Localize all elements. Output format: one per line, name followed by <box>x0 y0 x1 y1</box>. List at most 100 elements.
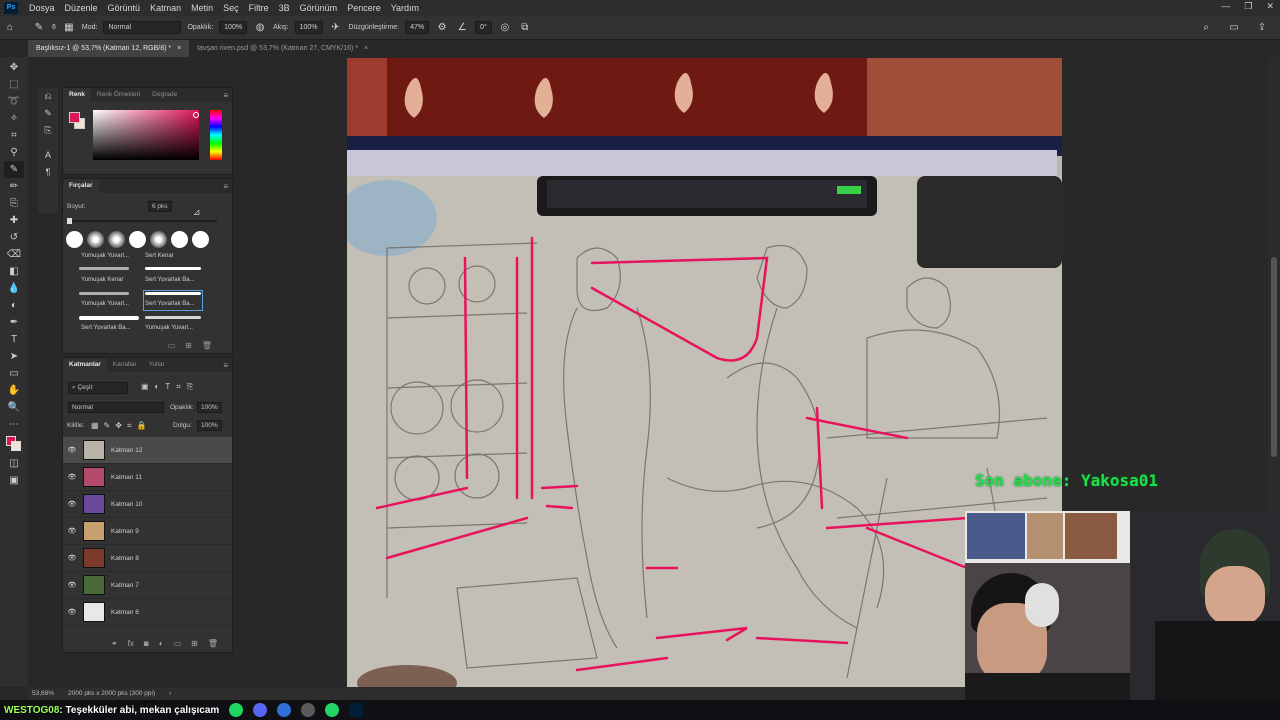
smoothing-settings-icon[interactable]: ⚙ <box>435 21 449 35</box>
link-layers-icon[interactable]: ⚭ <box>111 639 118 648</box>
fx-icon[interactable]: fx <box>128 639 134 648</box>
screen-mode-icon[interactable]: ▣ <box>4 472 24 489</box>
hue-slider[interactable] <box>210 110 222 160</box>
angle-input[interactable]: 0° <box>475 21 492 34</box>
visibility-eye-icon[interactable]: 👁 <box>63 446 81 454</box>
spotify-icon[interactable] <box>229 703 244 717</box>
brush-tool-icon[interactable]: ✎ <box>32 21 46 35</box>
delete-layer-icon[interactable]: 🗑 <box>208 639 218 648</box>
new-brush-icon[interactable]: ⊿ <box>193 207 201 218</box>
trash-icon[interactable]: 🗑 <box>202 341 212 353</box>
workspace-icon[interactable]: ▭ <box>1227 21 1241 35</box>
pressure-opacity-icon[interactable]: ◍ <box>253 21 267 35</box>
brush-name-selected[interactable]: Sert Yuvarlak Ba... <box>145 301 195 307</box>
history-brush-tool-icon[interactable]: ↺ <box>4 229 24 246</box>
marquee-tool-icon[interactable]: ⬚ <box>4 76 24 93</box>
maximize-icon[interactable]: ❐ <box>1244 1 1252 12</box>
layer-row[interactable]: 👁 Katman 6 <box>63 599 232 626</box>
visibility-eye-icon[interactable]: 👁 <box>63 473 81 481</box>
brush-name[interactable]: Sert Kenar <box>145 253 174 259</box>
brush-settings-panel-icon[interactable]: ✎ <box>38 105 58 122</box>
tab-gradients[interactable]: Degrade <box>146 88 183 102</box>
close-icon[interactable]: × <box>177 40 181 57</box>
brush-preset-soft[interactable] <box>108 231 125 248</box>
adjustment-layer-icon[interactable]: ◐ <box>159 639 164 648</box>
panel-menu-icon[interactable]: ≡ <box>223 91 228 100</box>
brush-name[interactable]: Yumuşak Yuvarl... <box>81 301 129 307</box>
dodge-tool-icon[interactable]: ◐ <box>4 297 24 314</box>
obs-icon[interactable] <box>301 703 316 717</box>
tab-document-1[interactable]: Başlıksız-1 @ 53,7% (Katman 12, RGB/8) *… <box>28 40 190 57</box>
zoom-tool-icon[interactable]: 🔍 <box>4 399 24 416</box>
zoom-level[interactable]: 53,68% <box>32 690 54 697</box>
panel-menu-icon[interactable]: ≡ <box>223 182 228 191</box>
mode-select[interactable]: Normal <box>103 21 182 34</box>
folder-icon[interactable]: ▭ <box>168 341 176 353</box>
clone-stamp-tool-icon[interactable]: ⎘ <box>4 195 24 212</box>
photoshop-taskbar-icon[interactable] <box>349 703 364 717</box>
type-tool-icon[interactable]: T <box>4 331 24 348</box>
foreground-color-swatch[interactable] <box>69 112 80 123</box>
layer-row[interactable]: 👁 Katman 7 <box>63 572 232 599</box>
new-group-icon[interactable]: ▭ <box>174 639 182 648</box>
brush-settings-icon[interactable]: ▦ <box>62 21 76 35</box>
brush-tool-icon[interactable]: ✎ <box>4 161 24 178</box>
flow-input[interactable]: 100% <box>294 21 323 34</box>
opacity-input[interactable]: 100% <box>219 21 248 34</box>
brush-preset-hard[interactable] <box>192 231 209 248</box>
panel-menu-icon[interactable]: ≡ <box>223 361 228 370</box>
slider-handle[interactable] <box>67 218 72 224</box>
pressure-size-icon[interactable]: ◎ <box>498 21 512 35</box>
tab-brushes[interactable]: Fırçalar <box>63 179 99 193</box>
menu-view[interactable]: Görünüm <box>295 3 343 13</box>
blur-tool-icon[interactable]: 💧 <box>4 280 24 297</box>
layer-filter-select[interactable]: ⌕ Çeşit <box>68 382 128 394</box>
whatsapp-icon[interactable] <box>325 703 340 717</box>
brush-preset-soft[interactable] <box>150 231 167 248</box>
brush-size-slider[interactable] <box>67 218 217 224</box>
path-select-tool-icon[interactable]: ➤ <box>4 348 24 365</box>
hand-tool-icon[interactable]: ✋ <box>4 382 24 399</box>
brush-name[interactable]: Yumuşak Yuvarl... <box>145 325 193 331</box>
share-icon[interactable]: ⇪ <box>1255 21 1269 35</box>
layer-row[interactable]: 👁 Katman 11 <box>63 464 232 491</box>
minimize-icon[interactable]: — <box>1221 1 1230 12</box>
tab-channels[interactable]: Kanallar <box>107 358 143 372</box>
home-icon[interactable]: ⌂ <box>3 21 17 35</box>
tab-swatches[interactable]: Renk Örnekleri <box>91 88 146 102</box>
add-mask-icon[interactable]: ◙ <box>144 639 149 648</box>
visibility-eye-icon[interactable]: 👁 <box>63 527 81 535</box>
lock-icons[interactable]: ▦✎✥⌗🔒 <box>91 421 151 431</box>
menu-window[interactable]: Pencere <box>342 3 386 13</box>
symmetry-icon[interactable]: ⧉ <box>518 21 532 35</box>
brush-name[interactable]: Yumuşak Yuvarl... <box>81 253 129 259</box>
layer-row[interactable]: 👁 Katman 8 <box>63 545 232 572</box>
character-icon[interactable]: A <box>38 147 58 164</box>
brush-name[interactable]: Yumuşak Kenar <box>81 277 123 283</box>
menu-file[interactable]: Dosya <box>24 3 60 13</box>
tab-document-2[interactable]: tavşan riven.psd @ 53,7% (Katman 27, CMY… <box>189 40 376 57</box>
smoothing-input[interactable]: 47% <box>405 21 430 34</box>
brush-size-preview[interactable]: 6 <box>52 24 56 31</box>
menu-edit[interactable]: Düzenle <box>60 3 103 13</box>
healing-tool-icon[interactable]: ✚ <box>4 212 24 229</box>
new-icon[interactable]: ⊞ <box>185 341 192 353</box>
lasso-tool-icon[interactable]: ➰ <box>4 93 24 110</box>
menu-3d[interactable]: 3B <box>274 3 295 13</box>
discord-icon[interactable] <box>253 703 268 717</box>
search-icon[interactable]: ⌕ <box>1199 21 1213 35</box>
layer-opacity-input[interactable]: 100% <box>197 402 222 413</box>
visibility-eye-icon[interactable]: 👁 <box>63 608 81 616</box>
crop-tool-icon[interactable]: ⌗ <box>4 127 24 144</box>
layer-filter-icons[interactable]: ▣◐T⌗⎘ <box>141 382 199 392</box>
tab-paths[interactable]: Yollar <box>143 358 171 372</box>
close-icon[interactable]: × <box>364 40 368 57</box>
visibility-eye-icon[interactable]: 👁 <box>63 554 81 562</box>
shape-tool-icon[interactable]: ▭ <box>4 365 24 382</box>
history-icon[interactable]: ⎌ <box>38 88 58 105</box>
new-layer-icon[interactable]: ⊞ <box>191 639 198 648</box>
layer-row[interactable]: 👁 Katman 12 <box>63 437 232 464</box>
brush-preset-soft[interactable] <box>87 231 104 248</box>
scrollbar-thumb[interactable] <box>1271 257 1277 457</box>
brush-size-input[interactable]: 6 pks <box>148 201 172 212</box>
